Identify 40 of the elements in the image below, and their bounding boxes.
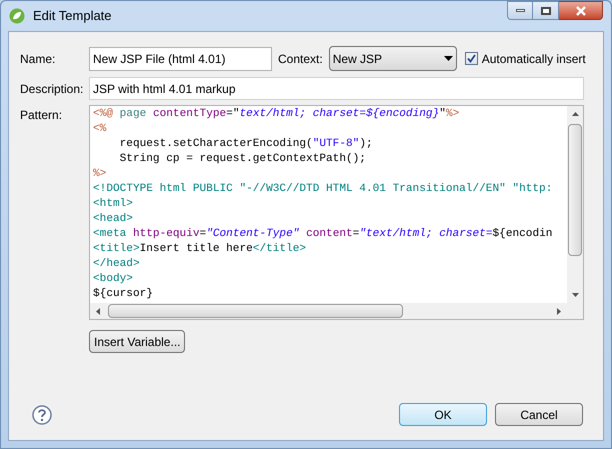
code-line: <meta http-equiv="Content-Type" content="text/html; charset=${encodin [93,227,554,242]
context-dropdown[interactable]: New JSP [328,46,457,71]
code-line: <html> [93,197,134,212]
dialog-button[interactable]: Cancel [495,403,583,426]
checkbox[interactable] [464,52,478,65]
help-icon[interactable] [32,404,52,424]
description-label: Description: [20,80,84,98]
name-label: Name: [20,50,56,68]
description-field[interactable]: JSP with html 4.01 markup [89,77,584,100]
maximize-button[interactable] [533,1,559,20]
horizontal-scrollbar[interactable] [90,303,583,319]
code-line: <!DOCTYPE html PUBLIC "-//W3C//DTD HTML 4.01 Transitional//EN" "http: [93,182,554,197]
dialog-button[interactable]: OK [399,403,487,426]
scroll-up-icon[interactable] [572,112,578,116]
pattern-label: Pattern: [20,107,64,124]
scroll-down-icon[interactable] [572,293,578,297]
code-line: ${cursor} [93,287,154,302]
checkbox-label: Automatically insert [482,50,586,68]
code-line: <%@ page contentType="text/html; charset=${encoding}"%> [93,107,460,122]
leaf-icon [9,8,25,24]
code-line: String cp = request.getContextPath(); [118,152,367,167]
code-line: request.setCharacterEncoding("UTF-8"); [118,137,374,152]
dropdown-arrow-icon [444,56,453,61]
code-line: <head> [93,212,134,227]
code-line: <body> [93,272,134,287]
insert-variable-button[interactable]: Insert Variable... [89,330,186,353]
pattern-editor[interactable] [89,105,584,320]
scroll-right-icon[interactable] [557,308,561,314]
window-title: Edit Template [33,7,112,26]
name-field[interactable]: New JSP File (html 4.01) [89,46,272,70]
minimize-button[interactable] [507,1,533,20]
code-line: <% [93,122,108,137]
code-line: </head> [93,257,141,272]
code-line: %> [93,167,108,182]
context-label: Context: [278,50,323,68]
vertical-scrollbar[interactable] [567,106,583,303]
code-line: <title>Insert title here</title> [93,242,308,257]
close-icon [574,6,586,16]
scroll-left-icon[interactable] [96,308,100,314]
close-button[interactable] [559,1,603,20]
